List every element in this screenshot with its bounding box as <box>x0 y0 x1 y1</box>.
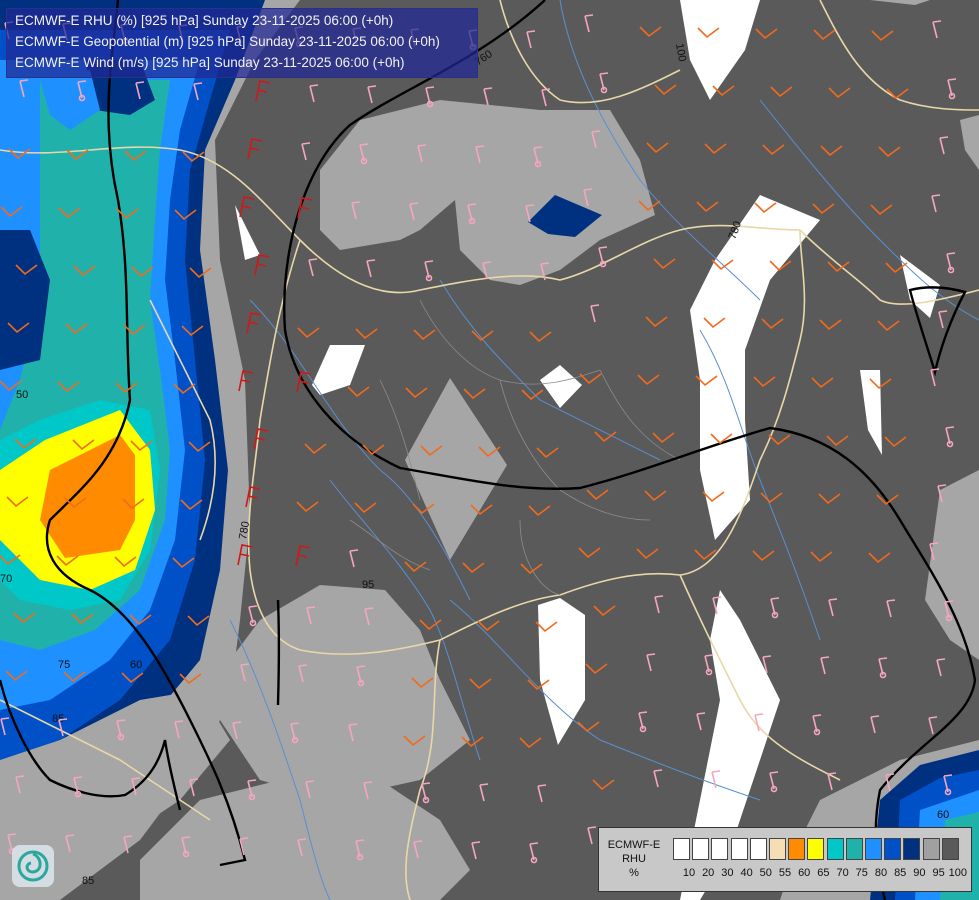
legend-swatch <box>769 838 786 860</box>
legend-tick-label: 70 <box>836 867 849 879</box>
rhu-label-60-b: 60 <box>937 809 949 821</box>
legend-unit: % <box>629 867 639 879</box>
legend-tick-label: 100 <box>948 867 967 879</box>
legend-tick-label: 90 <box>913 867 926 879</box>
title-line-wind: ECMWF-E Wind (m/s) [925 hPa] Sunday 23-1… <box>15 55 405 70</box>
ecmwf-swirl-icon <box>12 845 54 887</box>
rhu-label-85-b: 85 <box>82 875 94 887</box>
legend-swatch <box>845 838 863 860</box>
title-line-rhu: ECMWF-E RHU (%) [925 hPa] Sunday 23-11-2… <box>15 13 394 28</box>
rhu-label-60-a: 60 <box>130 659 142 671</box>
legend-tick-label: 85 <box>894 867 907 879</box>
legend-tick-label: 95 <box>932 867 945 879</box>
legend-swatch <box>922 838 940 860</box>
legend-swatch <box>826 838 844 860</box>
legend-tick-label: 20 <box>702 867 715 879</box>
legend-swatch <box>692 838 710 860</box>
title-panel: ECMWF-E RHU (%) [925 hPa] Sunday 23-11-2… <box>6 8 478 78</box>
legend-swatch <box>903 838 921 860</box>
legend-tick-label: 60 <box>798 867 811 879</box>
legend-swatch <box>788 838 806 860</box>
legend-swatch <box>884 838 902 860</box>
legend-tick-label: 30 <box>721 867 734 879</box>
map-stage: 760 780 780 100 50 50 75 60 85 85 95 70 … <box>0 0 979 900</box>
legend-tick-label: 50 <box>759 867 772 879</box>
rhu-label-75: 75 <box>58 659 70 671</box>
color-legend: ECMWF-E RHU % 10 20 30 40 50 55 60 65 70 75 80 85 90… <box>598 827 972 892</box>
legend-tick-label: 65 <box>817 867 830 879</box>
legend-swatch <box>749 838 767 860</box>
legend-swatch <box>730 838 748 860</box>
rhu-label-95-a: 95 <box>362 579 374 591</box>
legend-swatch <box>865 838 882 860</box>
legend-swatch <box>807 838 825 860</box>
legend-tick-label: 10 <box>682 867 696 879</box>
legend-title: ECMWF-E RHU % <box>601 838 667 880</box>
legend-swatch <box>711 838 729 860</box>
legend-swatch <box>673 838 690 860</box>
legend-tick-label: 40 <box>740 867 753 879</box>
weather-map: 760 780 780 100 50 50 75 60 85 85 95 70 … <box>0 0 979 900</box>
legend-tick-label: 75 <box>855 867 868 879</box>
rhu-label-70: 70 <box>0 573 12 585</box>
legend-model: ECMWF-E <box>607 839 661 851</box>
legend-tick-label: 55 <box>778 867 792 879</box>
legend-tick-label: 80 <box>874 867 888 879</box>
legend-variable: RHU <box>622 853 646 865</box>
title-line-geopotential: ECMWF-E Geopotential (m) [925 hPa] Sunda… <box>15 34 440 49</box>
legend-swatch <box>941 838 959 860</box>
